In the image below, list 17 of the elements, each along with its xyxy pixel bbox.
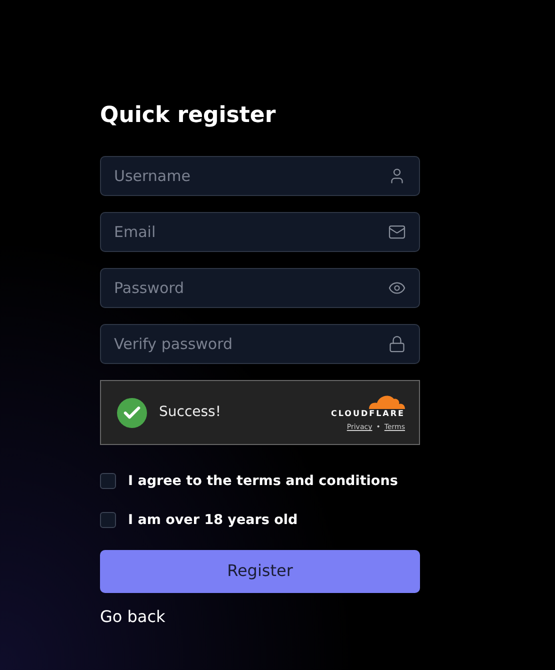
captcha-status: Success! bbox=[159, 403, 221, 422]
checkbox[interactable] bbox=[100, 473, 116, 490]
eye-icon bbox=[388, 279, 406, 297]
input-field[interactable]: Password bbox=[100, 268, 420, 308]
user-icon bbox=[388, 167, 406, 185]
checkbox-label: I am over 18 years old bbox=[128, 511, 298, 530]
brand-name: CLOUDFLARE bbox=[331, 409, 405, 420]
input-field[interactable]: Username bbox=[100, 156, 420, 196]
form-title: Quick register bbox=[100, 102, 276, 130]
envelope-icon bbox=[388, 223, 406, 241]
checkbox[interactable] bbox=[100, 512, 116, 528]
go-back-link[interactable]: Go back bbox=[100, 604, 166, 628]
lock-icon bbox=[388, 335, 406, 353]
input-field[interactable]: Verify password bbox=[100, 324, 420, 364]
checkbox-label: I agree to the terms and conditions bbox=[128, 472, 398, 491]
input-field[interactable]: Email bbox=[100, 212, 420, 252]
register-button[interactable]: Register bbox=[100, 550, 420, 592]
